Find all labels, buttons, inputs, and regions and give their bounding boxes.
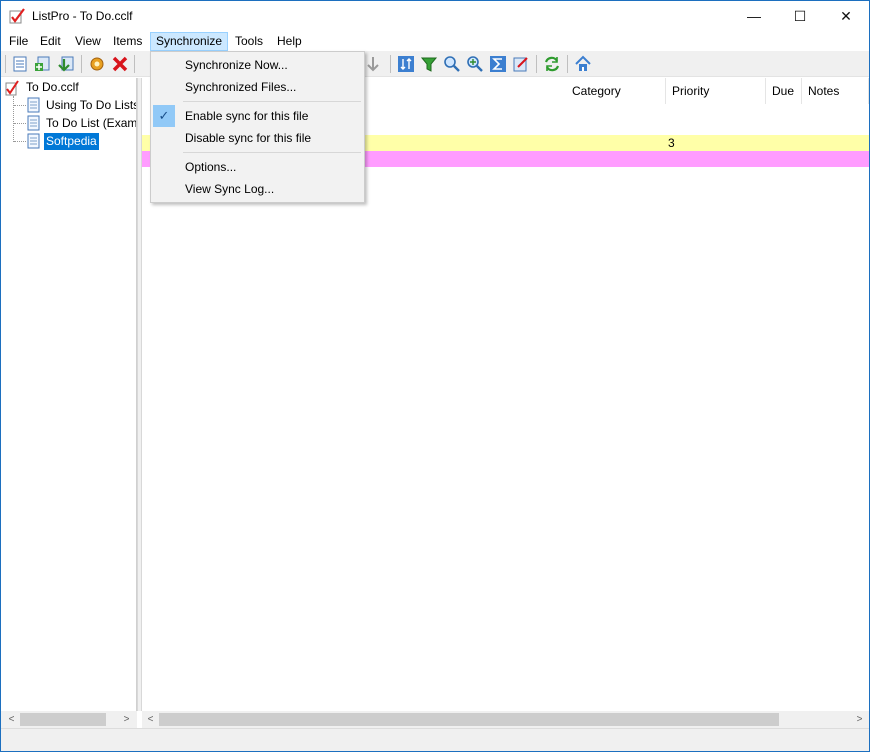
tree-line xyxy=(14,123,26,124)
scroll-left-icon[interactable]: < xyxy=(142,711,159,728)
menu-item-disable-sync[interactable]: Disable sync for this file xyxy=(153,127,362,149)
scroll-thumb[interactable] xyxy=(159,713,779,726)
priority-cell: 3 xyxy=(668,136,675,150)
toolbar-separator xyxy=(81,55,82,73)
toolbar-separator xyxy=(5,55,6,73)
delete-icon[interactable] xyxy=(111,55,129,73)
minimize-button[interactable]: — xyxy=(731,1,777,31)
window-title: ListPro - To Do.cclf xyxy=(32,9,133,23)
toolbar-separator xyxy=(390,55,391,73)
scroll-right-icon[interactable]: > xyxy=(851,711,868,728)
tree-item-label: Using To Do Lists xyxy=(46,98,137,112)
tree-item-label: To Do List (Example) xyxy=(46,116,137,130)
tree-line xyxy=(14,141,26,142)
title-bar: ListPro - To Do.cclf — ☐ ✕ xyxy=(1,1,869,31)
scroll-thumb[interactable] xyxy=(20,713,106,726)
menu-view[interactable]: View xyxy=(70,32,106,51)
settings-icon[interactable] xyxy=(88,55,106,73)
menu-item-view-sync-log[interactable]: View Sync Log... xyxy=(153,178,362,200)
close-button[interactable]: ✕ xyxy=(823,1,869,31)
new-list-icon[interactable] xyxy=(11,55,29,73)
app-window: ListPro - To Do.cclf — ☐ ✕ File Edit Vie… xyxy=(0,0,870,752)
toolbar xyxy=(1,51,869,77)
menu-items[interactable]: Items xyxy=(108,32,147,51)
tree-root[interactable]: To Do.cclf xyxy=(5,79,135,96)
toolbar-separator xyxy=(536,55,537,73)
sort-icon[interactable] xyxy=(397,55,415,73)
menu-separator xyxy=(183,101,361,102)
find-icon[interactable] xyxy=(443,55,461,73)
menu-file[interactable]: File xyxy=(4,32,33,51)
tree-item-softpedia[interactable]: Softpedia xyxy=(27,133,136,150)
tree-item-to-do-list-example[interactable]: To Do List (Example) xyxy=(27,115,137,132)
app-checkmark-icon xyxy=(9,8,25,24)
home-icon[interactable] xyxy=(574,55,592,73)
menu-item-synchronize-now[interactable]: Synchronize Now... xyxy=(153,54,362,76)
file-tree: To Do.cclf Using To Do Lists To Do List … xyxy=(1,78,137,711)
menu-bar: File Edit View Items Synchronize Tools H… xyxy=(1,31,869,51)
menu-tools[interactable]: Tools xyxy=(230,32,268,51)
edit-icon[interactable] xyxy=(512,55,530,73)
tree-root-label: To Do.cclf xyxy=(26,80,79,94)
zoom-icon[interactable] xyxy=(466,55,484,73)
tree-line xyxy=(14,105,26,106)
list-file-icon xyxy=(5,80,19,96)
menu-separator xyxy=(183,152,361,153)
filter-icon[interactable] xyxy=(420,55,438,73)
menu-help[interactable]: Help xyxy=(272,32,307,51)
tree-horizontal-scrollbar[interactable]: < > xyxy=(1,711,137,728)
toolbar-separator xyxy=(134,55,135,73)
synchronize-menu: Synchronize Now... Synchronized Files...… xyxy=(150,51,365,203)
document-icon xyxy=(27,133,40,149)
sync-icon[interactable] xyxy=(543,55,561,73)
toolbar-separator xyxy=(567,55,568,73)
arrow-down-icon[interactable] xyxy=(364,55,382,73)
menu-item-synchronized-files[interactable]: Synchronized Files... xyxy=(153,76,362,98)
column-header-due[interactable]: Due xyxy=(766,78,802,104)
column-header-notes[interactable]: Notes xyxy=(802,78,869,104)
list-horizontal-scrollbar[interactable]: < > xyxy=(142,711,869,728)
scroll-left-icon[interactable]: < xyxy=(3,711,20,728)
tree-line xyxy=(13,96,14,142)
document-icon xyxy=(27,115,40,131)
menu-synchronize[interactable]: Synchronize xyxy=(150,32,229,51)
document-icon xyxy=(27,97,40,113)
menu-item-options[interactable]: Options... xyxy=(153,156,362,178)
status-bar xyxy=(1,728,869,751)
menu-edit[interactable]: Edit xyxy=(35,32,66,51)
tree-item-using-to-do-lists[interactable]: Using To Do Lists xyxy=(27,97,137,114)
maximize-button[interactable]: ☐ xyxy=(777,1,823,31)
column-header-category[interactable]: Category xyxy=(566,78,666,104)
tree-item-label-selected: Softpedia xyxy=(44,133,99,150)
add-item-icon[interactable] xyxy=(34,55,52,73)
menu-item-enable-sync[interactable]: Enable sync for this file xyxy=(153,105,362,127)
import-icon[interactable] xyxy=(57,55,75,73)
scroll-right-icon[interactable]: > xyxy=(118,711,135,728)
sum-icon[interactable] xyxy=(489,55,507,73)
column-header-priority[interactable]: Priority xyxy=(666,78,766,104)
